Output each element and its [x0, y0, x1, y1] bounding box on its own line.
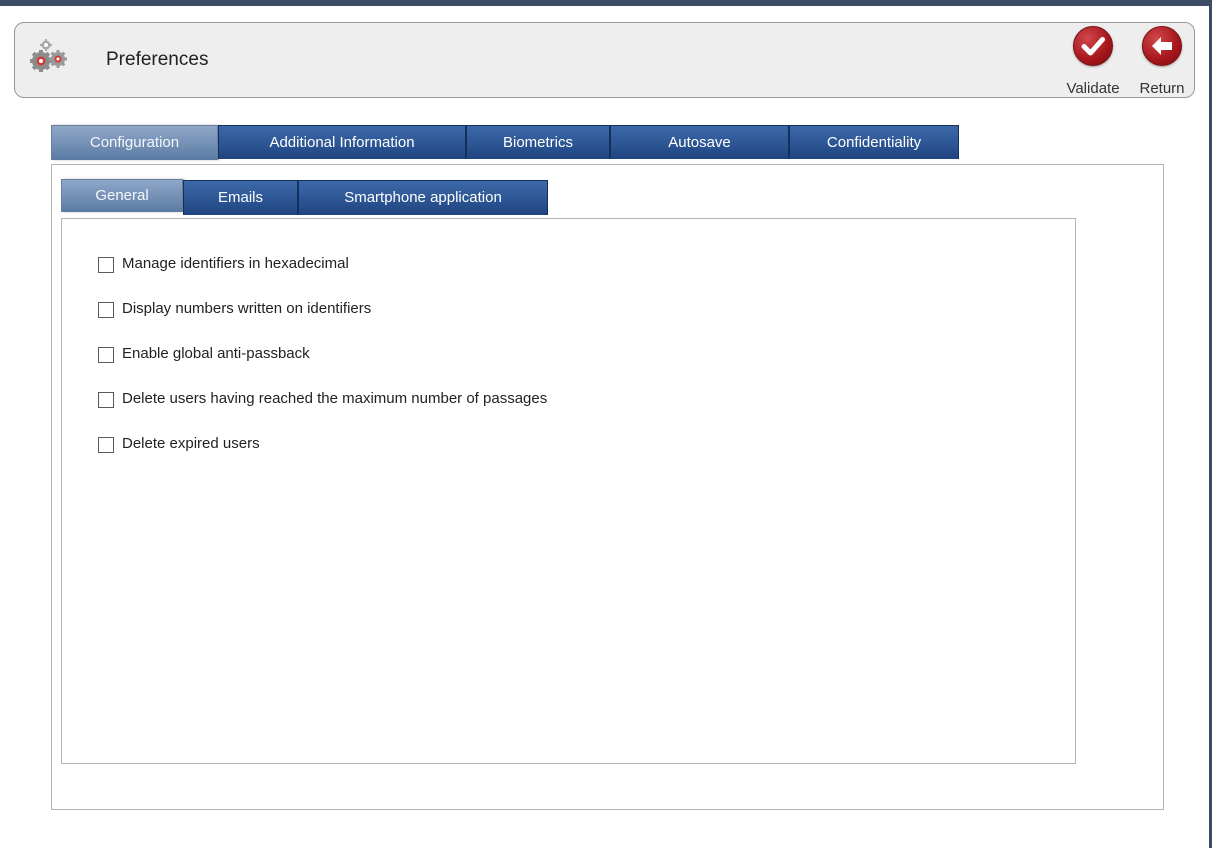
return-label: Return [1139, 80, 1185, 97]
option-label: Display numbers written on identifiers [122, 300, 372, 317]
gears-icon [29, 37, 69, 77]
checkbox[interactable] [98, 392, 114, 408]
page-title: Preferences [106, 49, 209, 70]
subtab-smartphone-application[interactable]: Smartphone application [298, 180, 548, 215]
checkbox[interactable] [98, 302, 114, 318]
return-button[interactable]: Return [1132, 26, 1192, 97]
subtab-general[interactable]: General [61, 179, 183, 212]
tab-confidentiality[interactable]: Confidentiality [789, 125, 959, 159]
window-frame-top [0, 0, 1212, 6]
tab-configuration[interactable]: Configuration [51, 125, 218, 160]
tab-biometrics[interactable]: Biometrics [466, 125, 610, 159]
option-label: Delete expired users [122, 435, 260, 452]
tab-autosave[interactable]: Autosave [610, 125, 789, 159]
checkbox[interactable] [98, 347, 114, 363]
checkbox[interactable] [98, 437, 114, 453]
option-label: Delete users having reached the maximum … [122, 390, 548, 407]
subtab-emails[interactable]: Emails [183, 180, 298, 215]
validate-button[interactable]: Validate [1060, 26, 1126, 97]
arrow-left-icon [1142, 26, 1182, 66]
option-label: Enable global anti-passback [122, 345, 310, 362]
header-bar: Preferences Validate Return [14, 22, 1195, 98]
validate-label: Validate [1066, 80, 1120, 97]
checkbox[interactable] [98, 257, 114, 273]
option-label: Manage identifiers in hexadecimal [122, 255, 349, 272]
tab-additional-information[interactable]: Additional Information [218, 125, 466, 159]
checkmark-icon [1073, 26, 1113, 66]
